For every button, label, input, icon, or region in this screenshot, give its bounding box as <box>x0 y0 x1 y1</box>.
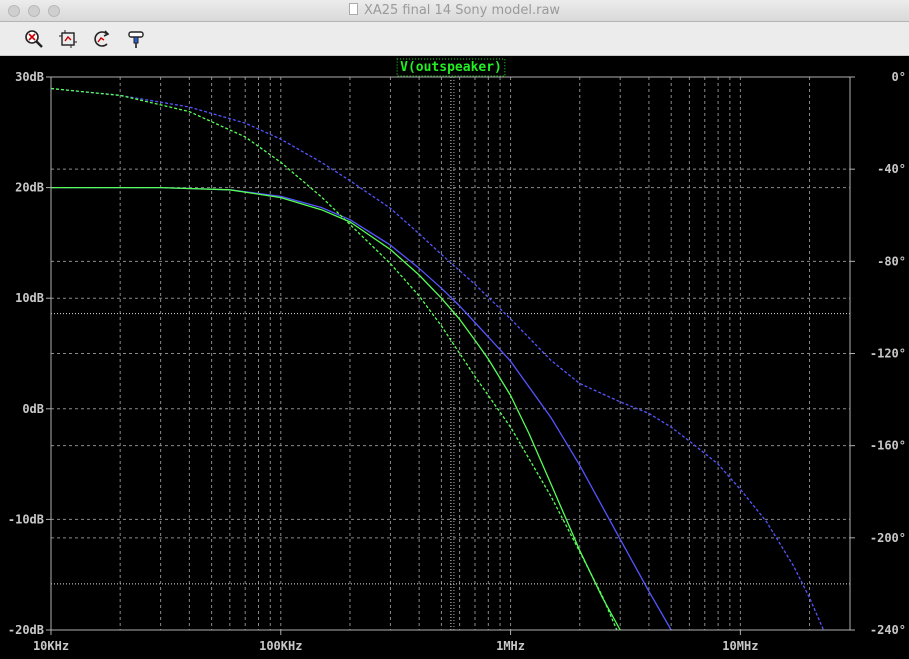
y-tick-label: 20dB <box>15 181 44 195</box>
phase-series-2 <box>50 87 825 631</box>
y-tick-label: -20dB <box>8 623 44 637</box>
bode-plot[interactable]: 30dB 20dB 10dB 0dB -10dB -20dB 0° -40° -80° -120°… <box>0 56 909 659</box>
probe-icon[interactable] <box>125 28 147 50</box>
x-tick-label: 10MHz <box>722 639 758 653</box>
phase-series-3 <box>50 87 618 631</box>
x-tick-label: 1MHz <box>496 639 525 653</box>
undo-zoom-icon[interactable] <box>91 28 113 50</box>
x-tick-label: 100KHz <box>259 639 302 653</box>
y2-tick-label: -160° <box>870 439 906 453</box>
x-tick-label: 10KHz <box>33 639 69 653</box>
y-tick-label: 30dB <box>15 70 44 84</box>
axes: 30dB 20dB 10dB 0dB -10dB -20dB 0° -40° -80° -120°… <box>8 70 906 653</box>
y2-tick-label: -120° <box>870 347 906 361</box>
window-title: XA25 final 14 Sony model.raw <box>363 3 561 18</box>
y-tick-label: 10dB <box>15 291 44 305</box>
y2-tick-label: 0° <box>892 70 906 84</box>
chart-title: V(outspeaker) <box>400 60 502 75</box>
y-tick-label: -10dB <box>8 512 44 526</box>
y2-tick-label: -40° <box>877 162 906 176</box>
y-tick-label: 0dB <box>22 402 44 416</box>
magnitude-series-0 <box>51 186 672 631</box>
y2-tick-label: -200° <box>870 531 906 545</box>
series-group <box>50 87 825 631</box>
zoom-icon[interactable] <box>23 28 45 50</box>
y2-tick-label: -240° <box>870 623 906 637</box>
autorange-icon[interactable] <box>57 28 79 50</box>
document-icon <box>348 3 358 15</box>
window-title-wrap: XA25 final 14 Sony model.raw <box>0 3 909 18</box>
toolbar <box>0 22 909 56</box>
y2-tick-label: -80° <box>877 254 906 268</box>
title-bar: XA25 final 14 Sony model.raw <box>0 0 909 22</box>
